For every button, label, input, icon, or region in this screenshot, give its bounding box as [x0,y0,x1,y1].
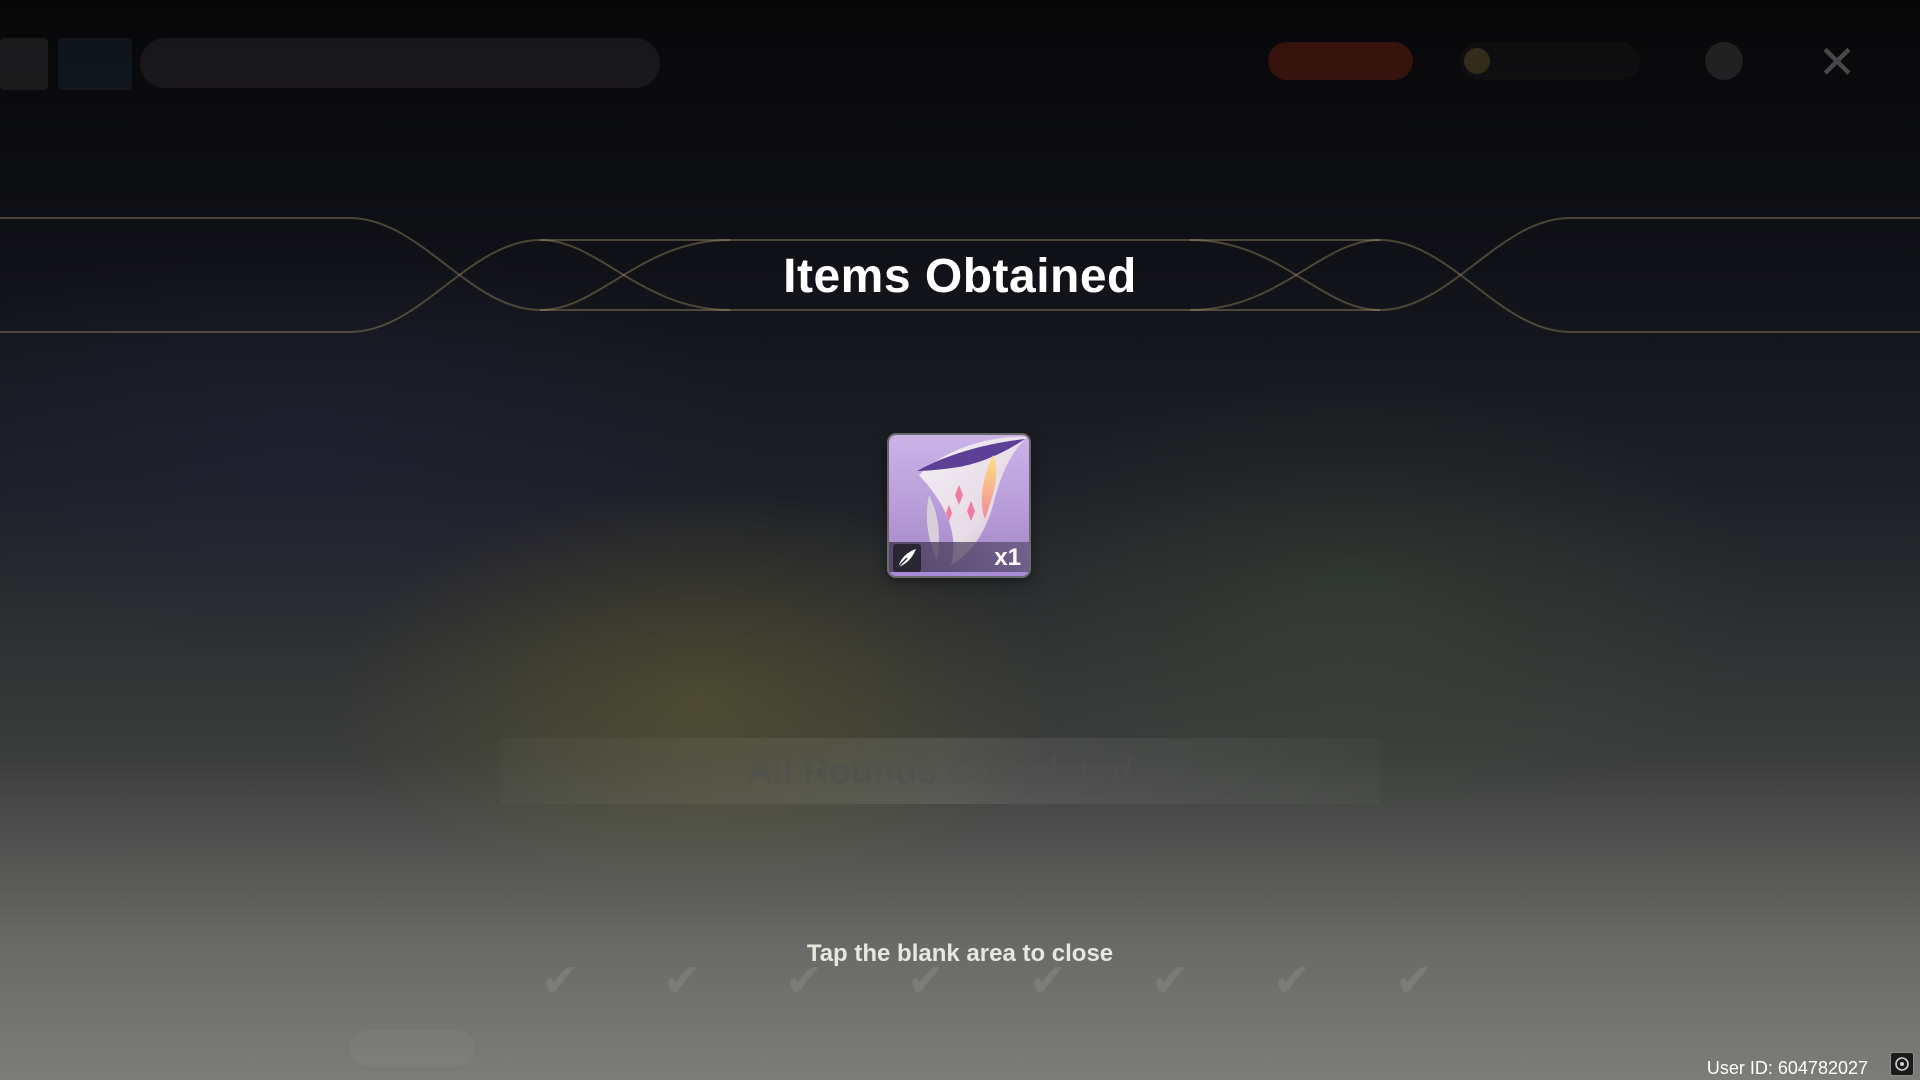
background-banner [140,38,660,88]
background-top-bar: ✕ [0,30,1920,100]
check-icon: ✔ [540,954,580,1006]
feedback-icon[interactable] [1890,1052,1914,1076]
dialog-title: Items Obtained [783,250,1137,303]
background-badge [1268,42,1413,80]
reward-item-card[interactable]: x1 [889,435,1029,576]
feather-type-icon [893,544,921,572]
user-id: User ID: 604782027 [1706,1058,1868,1078]
items-obtained-overlay[interactable]: ✕ All Rounds Completed ✔ ✔ ✔ ✔ ✔ ✔ ✔ ✔ I… [0,0,1920,1080]
check-icon: ✔ [1394,954,1434,1006]
background-completed-text: All Rounds Completed [747,750,1133,791]
rarity-bar [889,572,1029,576]
background-event-button [58,38,132,90]
coin-icon [1464,48,1490,74]
close-hint: Tap the blank area to close [806,940,1114,967]
background-bottom-pill [350,1030,475,1066]
background-menu-button [0,38,48,90]
item-quantity: x1 [994,544,1021,571]
check-icon: ✔ [1272,954,1312,1006]
background-completed-banner: All Rounds Completed [500,738,1380,804]
item-info-bar: x1 [889,542,1029,576]
close-icon: ✕ [1817,36,1857,88]
gear-icon [1705,42,1743,80]
